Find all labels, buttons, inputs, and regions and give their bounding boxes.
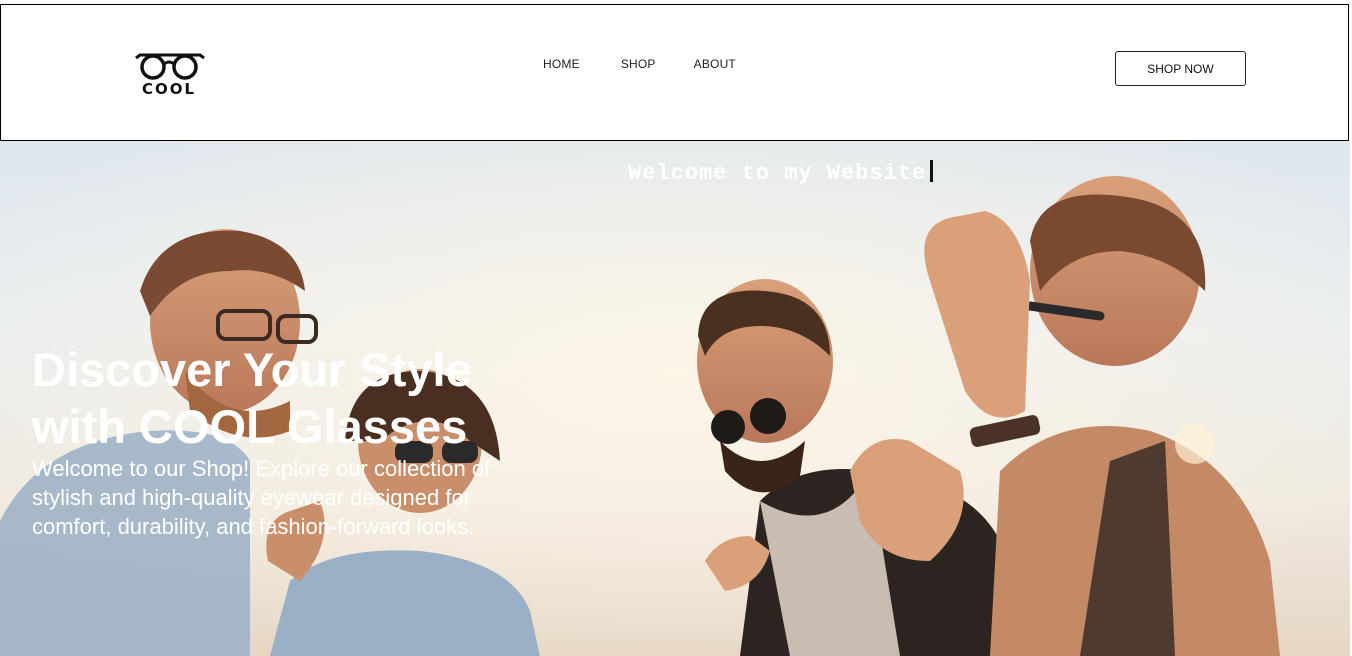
typed-welcome-heading: Welcome to my Website [628,160,934,186]
site-header: COOL HOME SHOP ABOUT SHOP NOW [0,4,1349,141]
hero-description: Welcome to our Shop! Explore our collect… [32,456,491,539]
hero-section: Welcome to my Website Discover Your Styl… [0,141,1350,656]
hero-title: Discover Your Style with COOL Glasses [32,343,472,453]
glasses-icon [135,53,205,80]
nav-shop[interactable]: SHOP [621,57,656,71]
welcome-text: Welcome to my Website [628,161,927,186]
logo-text: COOL [142,80,197,98]
shop-now-button[interactable]: SHOP NOW [1115,51,1246,86]
typing-cursor [930,160,934,182]
nav-home[interactable]: HOME [543,57,580,71]
nav-about[interactable]: ABOUT [694,57,736,71]
main-nav: HOME SHOP ABOUT [543,57,736,71]
brand-logo[interactable]: COOL [134,49,206,101]
